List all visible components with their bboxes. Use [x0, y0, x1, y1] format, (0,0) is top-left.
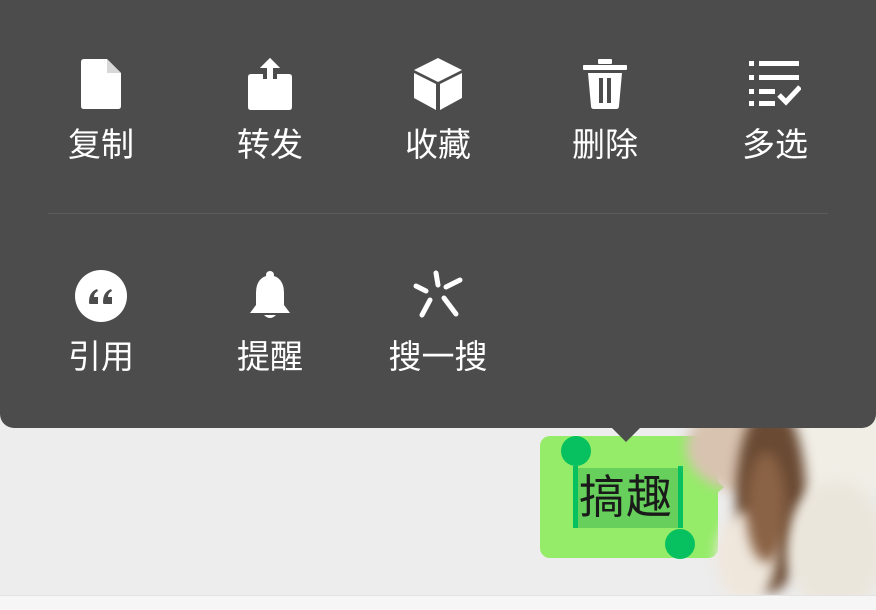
cube-icon	[410, 56, 466, 112]
share-icon	[242, 56, 298, 112]
chat-screen: 搞趣 复制 转发 收藏 删除 多选 引用 提醒 搜一搜	[0, 0, 876, 610]
menu-divider	[48, 213, 828, 214]
search-sparkle-icon	[410, 268, 466, 324]
menu-item-copy[interactable]: 复制	[17, 50, 185, 190]
menu-item-search[interactable]: 搜一搜	[354, 262, 522, 402]
message-text[interactable]: 搞趣	[579, 466, 673, 528]
menu-item-remind[interactable]: 提醒	[186, 262, 354, 402]
multi-select-icon	[747, 56, 803, 112]
selection-start-bar	[573, 466, 578, 528]
quote-icon	[73, 268, 129, 324]
selection-start-handle[interactable]	[561, 436, 591, 466]
document-icon	[73, 56, 129, 112]
menu-item-forward[interactable]: 转发	[186, 50, 354, 190]
menu-item-delete[interactable]: 删除	[521, 50, 689, 190]
message-action-menu: 复制 转发 收藏 删除 多选 引用 提醒 搜一搜	[0, 0, 876, 442]
trash-icon	[577, 56, 633, 112]
menu-item-favorite[interactable]: 收藏	[354, 50, 522, 190]
menu-item-multi-select[interactable]: 多选	[691, 50, 859, 190]
menu-item-quote[interactable]: 引用	[17, 262, 185, 402]
input-bar-edge	[0, 595, 876, 610]
bell-icon	[242, 268, 298, 324]
